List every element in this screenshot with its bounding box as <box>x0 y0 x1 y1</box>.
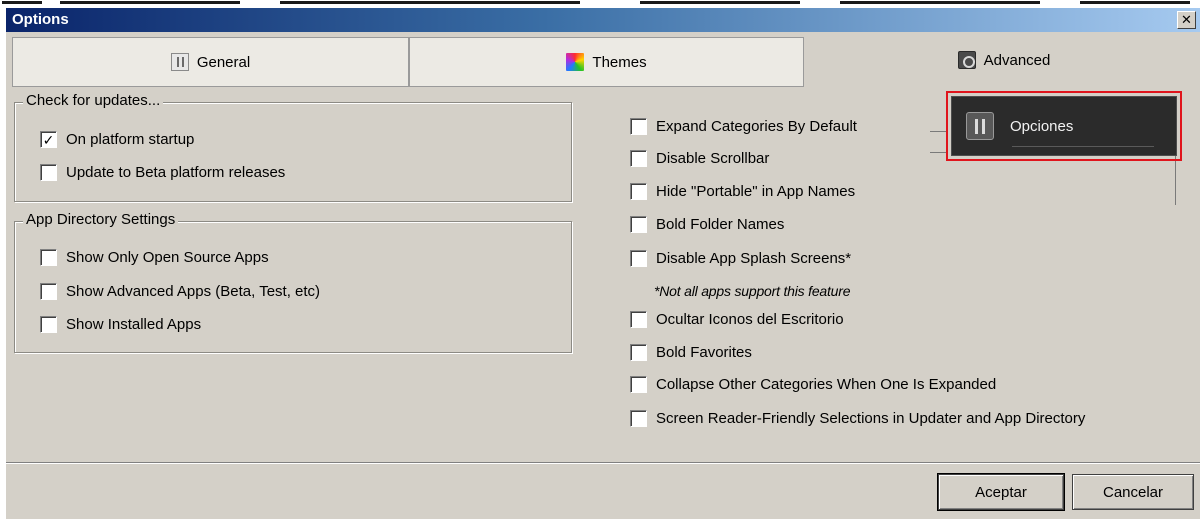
on-platform-startup-checkbox[interactable]: ✓ On platform startup <box>40 131 194 148</box>
checkbox-label: Hide "Portable" in App Names <box>656 183 856 200</box>
checkbox-label: Show Installed Apps <box>66 316 202 333</box>
cropped-text-strip <box>0 0 1200 8</box>
checkbox-box[interactable] <box>630 150 647 167</box>
opciones-preview-highlight: Opciones <box>946 91 1182 161</box>
checkbox-box[interactable] <box>40 164 57 181</box>
checkbox-box[interactable] <box>630 344 647 361</box>
app-directory-group-legend: App Directory Settings <box>23 211 179 228</box>
installed-apps-checkbox[interactable]: Show Installed Apps <box>40 316 201 333</box>
checkbox-label: Show Advanced Apps (Beta, Test, etc) <box>66 283 321 300</box>
updates-group-legend: Check for updates... <box>23 92 164 109</box>
checkbox-label: Ocultar Iconos del Escritorio <box>656 311 844 328</box>
close-button[interactable]: ✕ <box>1177 11 1196 29</box>
checkbox-label: Bold Folder Names <box>656 216 785 233</box>
opciones-preview-button[interactable]: Opciones <box>951 96 1177 156</box>
checkbox-label: Screen Reader-Friendly Selections in Upd… <box>656 410 1086 427</box>
checkbox-label: Disable App Splash Screens* <box>656 250 852 267</box>
checkbox-box[interactable] <box>630 410 647 427</box>
tab-general[interactable]: General <box>12 37 409 87</box>
tab-advanced-label: Advanced <box>983 51 1051 69</box>
checkbox-label: Disable Scrollbar <box>656 150 770 167</box>
checkbox-box[interactable] <box>630 311 647 328</box>
advanced-icon <box>957 51 976 69</box>
hide-desktop-icons-checkbox[interactable]: Ocultar Iconos del Escritorio <box>630 311 844 328</box>
checkbox-label: Bold Favorites <box>656 344 752 361</box>
checkbox-label: On platform startup <box>66 131 195 148</box>
general-icon <box>170 53 189 71</box>
opciones-label: Opciones <box>1010 117 1074 135</box>
checkbox-label: Update to Beta platform releases <box>66 164 286 181</box>
checkbox-box[interactable] <box>40 283 57 300</box>
tab-general-label: General <box>196 53 251 71</box>
checkbox-box[interactable] <box>630 118 647 135</box>
update-beta-checkbox[interactable]: Update to Beta platform releases <box>40 164 285 181</box>
checkbox-box[interactable] <box>40 316 57 333</box>
tab-themes-label: Themes <box>592 53 647 71</box>
checkbox-box[interactable] <box>630 376 647 393</box>
options-sliders-icon <box>966 112 994 140</box>
themes-icon <box>566 53 585 71</box>
bold-favorites-checkbox[interactable]: Bold Favorites <box>630 344 752 361</box>
checkbox-box[interactable]: ✓ <box>40 131 57 148</box>
cancel-button[interactable]: Cancelar <box>1072 474 1194 510</box>
splash-note: *Not all apps support this feature <box>654 283 851 299</box>
expand-categories-checkbox[interactable]: Expand Categories By Default <box>630 118 857 135</box>
close-icon: ✕ <box>1181 12 1192 27</box>
hide-portable-checkbox[interactable]: Hide "Portable" in App Names <box>630 183 855 200</box>
preview-underline <box>1012 146 1154 147</box>
bold-folder-names-checkbox[interactable]: Bold Folder Names <box>630 216 784 233</box>
check-mark-icon: ✓ <box>42 131 55 148</box>
collapse-categories-checkbox[interactable]: Collapse Other Categories When One Is Ex… <box>630 376 996 393</box>
app-directory-group: App Directory Settings Show Only Open So… <box>14 211 572 353</box>
advanced-apps-checkbox[interactable]: Show Advanced Apps (Beta, Test, etc) <box>40 283 320 300</box>
checkbox-label: Expand Categories By Default <box>656 118 857 135</box>
checkbox-label: Show Only Open Source Apps <box>66 249 269 266</box>
accept-button[interactable]: Aceptar <box>937 473 1065 511</box>
tab-advanced[interactable]: Advanced <box>804 37 1200 83</box>
screen-reader-checkbox[interactable]: Screen Reader-Friendly Selections in Upd… <box>630 410 1085 427</box>
title-bar: Options ✕ <box>6 8 1200 32</box>
bottom-separator <box>6 462 1200 464</box>
window-title: Options <box>12 11 69 28</box>
tab-themes[interactable]: Themes <box>409 37 804 87</box>
checkbox-box[interactable] <box>630 216 647 233</box>
checkbox-label: Collapse Other Categories When One Is Ex… <box>656 376 997 393</box>
checkbox-box[interactable] <box>630 183 647 200</box>
open-source-apps-checkbox[interactable]: Show Only Open Source Apps <box>40 249 269 266</box>
disable-scrollbar-checkbox[interactable]: Disable Scrollbar <box>630 150 769 167</box>
updates-group: Check for updates... ✓ On platform start… <box>14 92 572 202</box>
checkbox-box[interactable] <box>40 249 57 266</box>
disable-splash-checkbox[interactable]: Disable App Splash Screens* <box>630 250 851 267</box>
checkbox-box[interactable] <box>630 250 647 267</box>
